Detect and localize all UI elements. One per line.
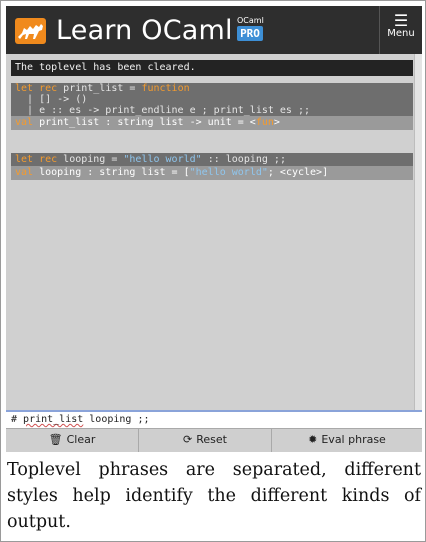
string-literal: "hello world" [123, 154, 202, 165]
keyword: let rec [15, 154, 58, 165]
eval-label: Eval phrase [321, 433, 386, 446]
keyword: function [141, 83, 190, 94]
result-line: val looping : string list = ["hello worl… [11, 166, 413, 180]
learn-ocaml-app: Learn OCaml OCaml PRO ☰ Menu The topleve… [6, 6, 422, 452]
figure-caption: Toplevel phrases are separated, differen… [7, 460, 421, 532]
hamburger-icon: ☰ [393, 11, 409, 30]
badge-pro-label: PRO [237, 26, 263, 41]
result-text: print_list : string list -> unit = < [33, 117, 256, 128]
badge-ocaml-label: OCaml [237, 16, 264, 25]
code-text: looping = [57, 154, 124, 165]
toplevel-output: The toplevel has been cleared. let rec p… [11, 60, 413, 410]
code-line: | [] -> () [15, 94, 88, 105]
refresh-icon: ⟳ [183, 433, 193, 446]
input-word: print_list [23, 414, 84, 425]
result-text: looping : string list = [ [33, 167, 190, 178]
camel-logo-icon [15, 18, 46, 44]
app-title: Learn OCaml [56, 15, 233, 46]
gear-icon: ✹ [308, 433, 318, 446]
pro-badge: OCaml PRO [237, 16, 264, 41]
code-text: print_list = [57, 83, 142, 94]
code-text: :: looping ;; [201, 154, 286, 165]
toplevel-message: The toplevel has been cleared. [11, 60, 413, 76]
result-text: ; <cycle>] [267, 167, 329, 178]
menu-label: Menu [387, 28, 415, 39]
toplevel-input[interactable]: # print_list looping ;; [6, 410, 422, 428]
code-line: | e :: es -> print_endline e ; print_lis… [15, 105, 311, 116]
string-literal: "hello world" [189, 167, 268, 178]
code-line: let rec looping = "hello world" :: loopi… [11, 153, 413, 166]
result-text: > [273, 117, 280, 128]
input-prompt: # [11, 414, 24, 425]
keyword: val [15, 167, 34, 178]
reset-button[interactable]: ⟳ Reset [139, 429, 272, 452]
input-rest: looping ;; [83, 414, 150, 425]
clear-label: Clear [66, 433, 96, 446]
phrase-block-looping: let rec looping = "hello world" :: loopi… [11, 153, 413, 180]
code-line: let rec print_list = function [11, 83, 413, 94]
keyword: let rec [15, 83, 58, 94]
reset-label: Reset [196, 433, 227, 446]
phrase-block-print-list: let rec print_list = function | [] -> ()… [11, 83, 413, 130]
fun-value: fun [255, 117, 274, 128]
trash-icon: 🗑 [48, 433, 63, 446]
eval-phrase-button[interactable]: ✹ Eval phrase [272, 429, 422, 452]
result-line: val print_list : string list -> unit = <… [11, 116, 413, 130]
clear-button[interactable]: 🗑 Clear [6, 429, 139, 452]
top-bar: Learn OCaml OCaml PRO ☰ Menu [6, 6, 422, 54]
figure-frame: Learn OCaml OCaml PRO ☰ Menu The topleve… [0, 0, 426, 542]
console-scrollbar[interactable] [414, 54, 422, 410]
menu-button[interactable]: ☰ Menu [379, 6, 422, 54]
action-buttons: 🗑 Clear ⟳ Reset ✹ Eval phrase [6, 428, 422, 452]
keyword: val [15, 117, 34, 128]
